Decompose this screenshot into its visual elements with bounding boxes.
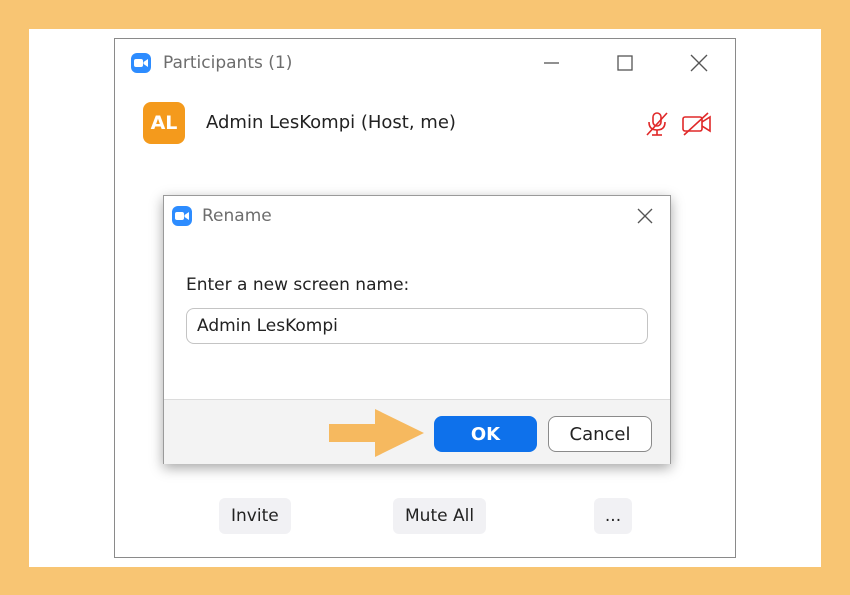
invite-button[interactable]: Invite [219,498,291,534]
video-off-icon[interactable] [681,111,713,137]
participant-row[interactable]: AL Admin LesKompi (Host, me) [143,102,713,146]
more-options-button[interactable]: ... [594,498,632,534]
participant-name: Admin LesKompi (Host, me) [206,112,456,133]
mic-muted-icon[interactable] [643,111,671,137]
pointer-arrow-icon [329,409,424,457]
participants-window-title: Participants (1) [163,53,293,73]
ok-button[interactable]: OK [434,416,537,452]
close-dialog-button[interactable] [635,206,655,226]
avatar: AL [143,102,185,144]
zoom-app-icon [131,53,151,73]
rename-dialog-title: Rename [202,206,272,226]
rename-dialog: Rename Enter a new screen name: OK Cance… [163,195,671,464]
avatar-initials: AL [150,112,178,134]
rename-dialog-footer: OK Cancel [164,399,670,464]
maximize-button[interactable] [615,53,635,73]
close-window-button[interactable] [689,53,709,73]
cancel-button[interactable]: Cancel [548,416,652,452]
participants-titlebar: Participants (1) [115,39,735,89]
minimize-button[interactable] [541,53,561,73]
screen-name-input[interactable] [186,308,648,344]
mute-all-button[interactable]: Mute All [393,498,487,534]
screen-name-label: Enter a new screen name: [186,275,410,295]
zoom-app-icon [172,206,192,226]
